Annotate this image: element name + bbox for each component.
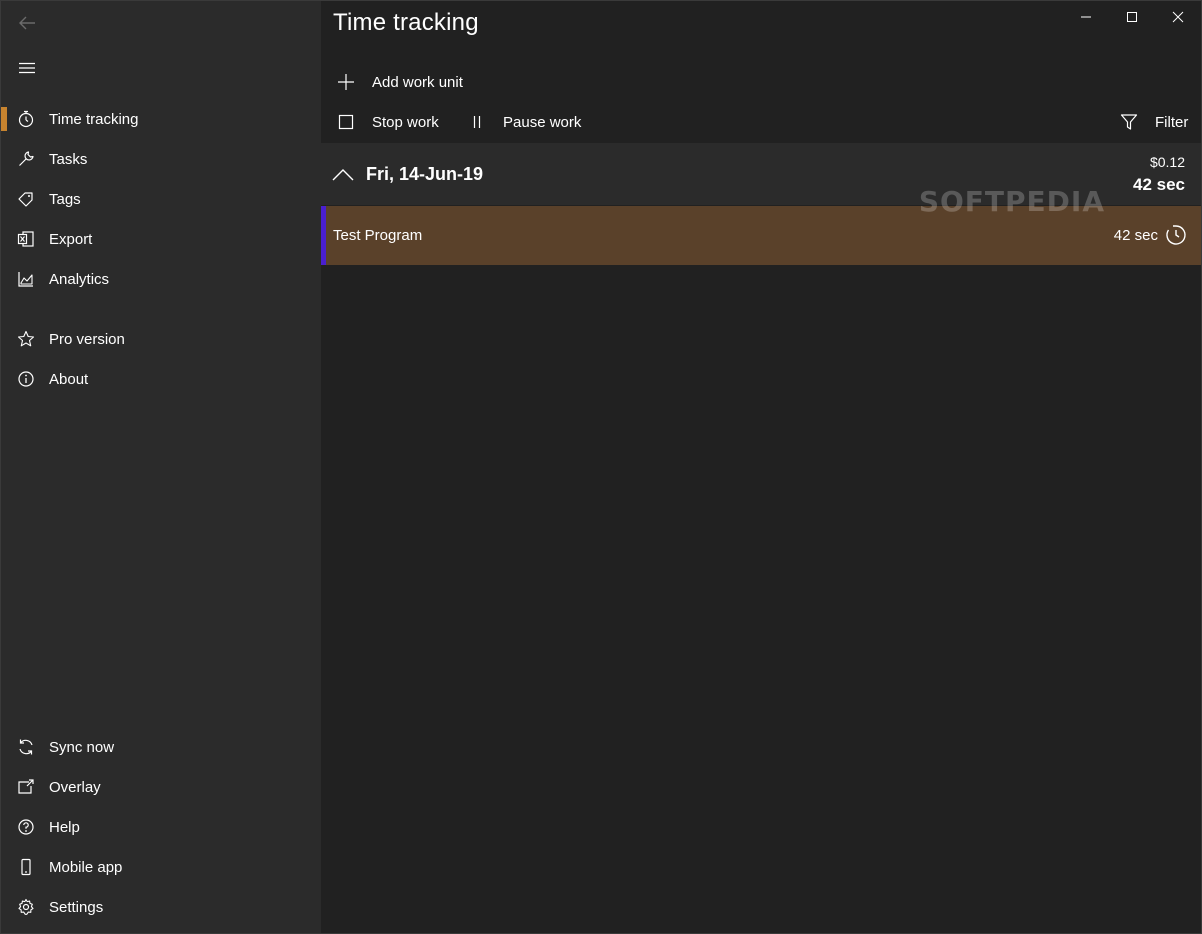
phone-icon bbox=[16, 857, 36, 877]
nav-item-label: Tags bbox=[49, 190, 81, 208]
hamburger-menu-button[interactable] bbox=[13, 54, 41, 82]
help-icon bbox=[16, 817, 36, 837]
area-chart-icon bbox=[16, 269, 36, 289]
stop-work-button[interactable]: Stop work bbox=[336, 102, 439, 142]
stop-work-label: Stop work bbox=[372, 113, 439, 131]
nav-item-sync-now[interactable]: Sync now bbox=[1, 727, 321, 767]
nav-item-time-tracking[interactable]: Time tracking bbox=[1, 99, 321, 139]
nav-item-label: Settings bbox=[49, 898, 104, 916]
nav-item-tags[interactable]: Tags bbox=[1, 179, 321, 219]
nav-item-label: About bbox=[49, 370, 89, 388]
back-arrow-icon bbox=[19, 16, 35, 30]
filter-button[interactable]: Filter bbox=[1119, 102, 1188, 142]
plus-icon bbox=[336, 72, 356, 92]
overlay-icon bbox=[16, 777, 36, 797]
stopwatch-icon bbox=[16, 109, 36, 129]
task-color-indicator bbox=[321, 206, 326, 265]
navigation-pane: Time tracking Tasks Tags Export Analytic… bbox=[1, 1, 321, 933]
filter-icon bbox=[1119, 112, 1139, 132]
pause-work-button[interactable]: Pause work bbox=[467, 102, 581, 142]
nav-item-label: Overlay bbox=[49, 778, 101, 796]
wrench-icon bbox=[16, 149, 36, 169]
add-work-unit-button[interactable]: Add work unit bbox=[336, 62, 463, 102]
maximize-button[interactable] bbox=[1109, 1, 1155, 33]
group-amount: $0.12 bbox=[1149, 154, 1185, 170]
nav-item-tasks[interactable]: Tasks bbox=[1, 139, 321, 179]
nav-item-settings[interactable]: Settings bbox=[1, 887, 321, 927]
nav-item-help[interactable]: Help bbox=[1, 807, 321, 847]
add-work-unit-label: Add work unit bbox=[372, 73, 463, 91]
tag-icon bbox=[16, 189, 36, 209]
nav-item-label: Export bbox=[49, 230, 93, 248]
entry-name: Test Program bbox=[333, 227, 423, 244]
star-icon bbox=[16, 329, 36, 349]
watermark: SOFTPEDIA bbox=[918, 185, 1105, 218]
excel-icon bbox=[16, 229, 36, 249]
nav-item-export[interactable]: Export bbox=[1, 219, 321, 259]
main-content: Time tracking Add work unit Stop work Pa… bbox=[321, 1, 1201, 933]
nav-item-label: Sync now bbox=[49, 738, 115, 756]
page-title: Time tracking bbox=[333, 9, 479, 36]
sync-icon bbox=[16, 737, 36, 757]
filter-label: Filter bbox=[1155, 113, 1189, 131]
nav-item-label: Time tracking bbox=[49, 110, 139, 128]
back-button[interactable] bbox=[13, 9, 41, 37]
minimize-button[interactable] bbox=[1063, 1, 1109, 33]
group-total-duration: 42 sec bbox=[1133, 175, 1185, 194]
entry-duration: 42 sec bbox=[1113, 227, 1158, 244]
nav-item-pro-version[interactable]: Pro version bbox=[1, 319, 321, 359]
chevron-up-icon[interactable] bbox=[331, 163, 355, 187]
close-button[interactable] bbox=[1155, 1, 1201, 33]
pause-icon bbox=[467, 112, 487, 132]
nav-item-label: Pro version bbox=[49, 330, 125, 348]
nav-item-mobile-app[interactable]: Mobile app bbox=[1, 847, 321, 887]
nav-item-analytics[interactable]: Analytics bbox=[1, 259, 321, 299]
nav-item-label: Mobile app bbox=[49, 858, 123, 876]
close-icon bbox=[1172, 11, 1184, 23]
app-window: Time tracking Tasks Tags Export Analytic… bbox=[0, 0, 1202, 934]
nav-item-about[interactable]: About bbox=[1, 359, 321, 399]
nav-item-label: Help bbox=[49, 818, 80, 836]
nav-item-overlay[interactable]: Overlay bbox=[1, 767, 321, 807]
nav-item-label: Analytics bbox=[49, 270, 110, 288]
stop-icon bbox=[336, 112, 356, 132]
active-indicator bbox=[1, 107, 7, 131]
nav-item-label: Tasks bbox=[49, 150, 88, 168]
pause-work-label: Pause work bbox=[503, 113, 582, 131]
minimize-icon bbox=[1081, 16, 1091, 18]
group-date: Fri, 14-Jun-19 bbox=[366, 164, 484, 184]
info-icon bbox=[16, 369, 36, 389]
hamburger-icon bbox=[19, 62, 35, 74]
gear-icon bbox=[16, 897, 36, 917]
resume-timer-icon[interactable] bbox=[1164, 223, 1188, 247]
maximize-icon bbox=[1127, 12, 1137, 22]
